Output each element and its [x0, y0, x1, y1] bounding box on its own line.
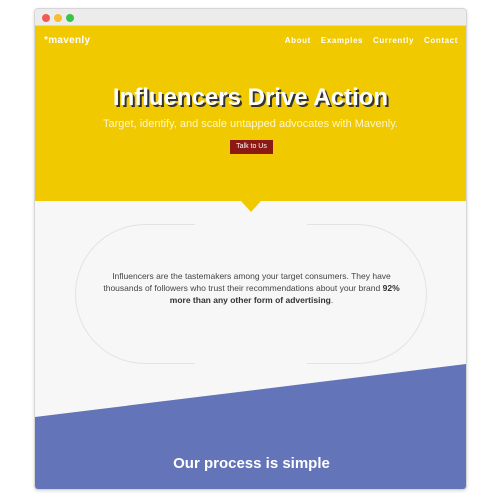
talk-to-us-button[interactable]: Talk to Us	[230, 140, 273, 154]
info-paragraph: Influencers are the tastemakers among yo…	[95, 270, 408, 306]
main-nav: About Examples Currently Contact	[285, 36, 458, 45]
nav-currently[interactable]: Currently	[373, 36, 414, 45]
close-window-icon[interactable]	[42, 14, 50, 22]
nav-contact[interactable]: Contact	[424, 36, 458, 45]
minimize-window-icon[interactable]	[54, 14, 62, 22]
nav-examples[interactable]: Examples	[321, 36, 363, 45]
process-title: Our process is simple	[173, 455, 330, 472]
hero-section: *mavenly About Examples Currently Contac…	[35, 26, 466, 201]
nav-about[interactable]: About	[285, 36, 311, 45]
browser-window: *mavenly About Examples Currently Contac…	[34, 8, 467, 490]
info-text-end: .	[330, 295, 334, 305]
hero-subtitle: Target, identify, and scale untapped adv…	[103, 118, 398, 130]
logo[interactable]: *mavenly	[44, 35, 90, 46]
info-text: Influencers are the tastemakers among yo…	[103, 271, 391, 293]
maximize-window-icon[interactable]	[66, 14, 74, 22]
hero-title: Influencers Drive Action	[112, 84, 389, 111]
window-titlebar	[35, 9, 466, 26]
